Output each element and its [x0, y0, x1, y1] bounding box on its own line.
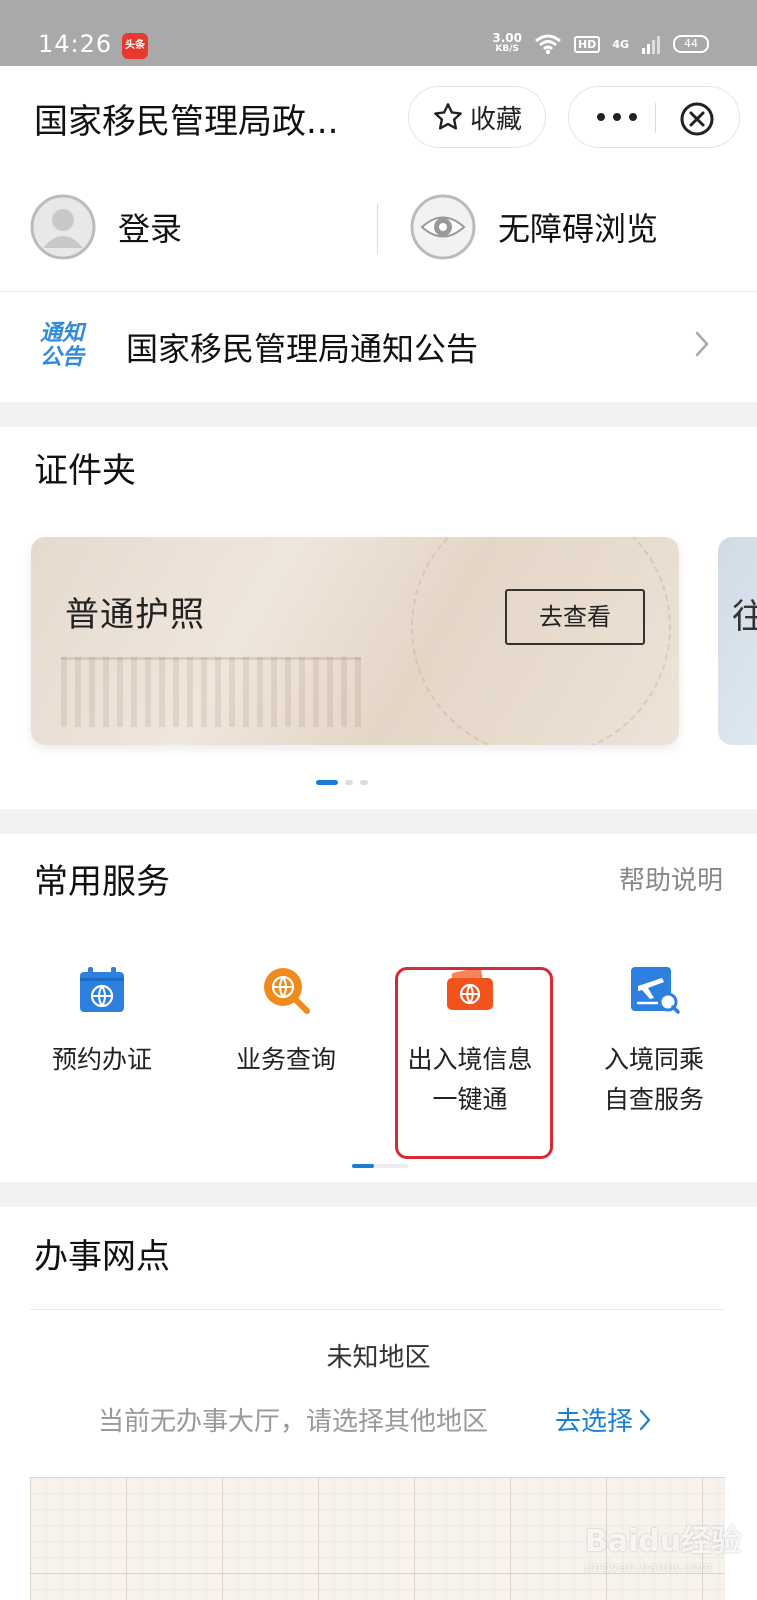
empty-message: 当前无办事大厅，请选择其他地区	[98, 1407, 489, 1437]
search-globe-icon	[264, 968, 310, 1014]
accessibility-button[interactable]: 无障碍浏览	[410, 194, 658, 260]
section-divider	[30, 1309, 725, 1310]
favorite-label: 收藏	[469, 104, 522, 135]
status-bar: 14:26 头条 3.00 KB/S HD 4G 44	[0, 0, 757, 66]
chevron-right-icon	[639, 1409, 651, 1430]
notice-banner[interactable]: 通知 公告 国家移民管理局通知公告	[0, 292, 757, 402]
capsule-menu	[568, 86, 740, 148]
account-row: 登录 无障碍浏览	[0, 166, 757, 292]
view-passport-button[interactable]: 去查看	[505, 589, 645, 645]
baidu-watermark: Baidu经验 jingyan.baidu.com	[585, 1516, 741, 1574]
card-illustration	[61, 657, 361, 727]
avatar-icon	[30, 194, 96, 260]
carousel-dot	[360, 780, 368, 785]
card-holder-section: 证件夹 普通护照 去查看 往	[0, 427, 757, 809]
close-icon[interactable]	[679, 101, 715, 137]
notice-logo: 通知 公告	[40, 322, 96, 370]
service-label: 业务查询	[235, 1045, 336, 1074]
network-type: 4G	[612, 37, 629, 51]
service-co-passenger-check[interactable]: 入境同乘 自查服务	[562, 964, 746, 1120]
battery-indicator: 44	[673, 35, 709, 53]
calendar-globe-icon	[80, 967, 124, 1012]
network-speed-value: 3.00	[492, 31, 522, 45]
services-scroll-indicator	[352, 1164, 408, 1168]
chevron-right-icon	[695, 331, 709, 357]
service-appointment[interactable]: 预约办证	[10, 964, 194, 1080]
region-label: 未知地区	[326, 1343, 431, 1373]
service-label: 入境同乘	[603, 1045, 704, 1074]
signal-icon	[642, 36, 660, 54]
news-app-icon: 头条	[122, 33, 148, 59]
page-title: 国家移民管理局政...	[34, 102, 339, 142]
accessibility-label: 无障碍浏览	[498, 210, 659, 248]
login-button[interactable]: 登录	[30, 194, 182, 260]
watermark-brand: Baidu经验	[585, 1524, 742, 1559]
eye-icon	[410, 194, 476, 260]
service-label-line2: 自查服务	[603, 1085, 704, 1114]
next-card-peek[interactable]: 往	[718, 537, 757, 745]
carousel-dot-active	[316, 780, 338, 785]
carousel-indicator	[316, 780, 368, 785]
wifi-icon	[535, 34, 561, 55]
network-speed-unit: KB/S	[495, 44, 519, 54]
flight-search-icon	[631, 967, 680, 1014]
network-speed: 3.00 KB/S	[492, 31, 522, 55]
offices-title: 办事网点	[34, 1237, 170, 1277]
scroll-thumb	[352, 1164, 374, 1168]
watermark-url: jingyan.baidu.com	[585, 1560, 713, 1574]
passport-card[interactable]: 普通护照 去查看	[31, 537, 679, 745]
notice-logo-line1: 通知	[40, 321, 85, 346]
notice-text: 国家移民管理局通知公告	[126, 330, 479, 368]
services-title: 常用服务	[34, 862, 170, 902]
service-label: 预约办证	[51, 1045, 152, 1074]
highlight-frame	[395, 967, 553, 1159]
choose-label: 去选择	[555, 1407, 634, 1437]
status-indicators: 3.00 KB/S HD 4G 44	[492, 30, 709, 58]
help-link[interactable]: 帮助说明	[619, 860, 723, 897]
card-holder-title: 证件夹	[34, 451, 136, 491]
passport-card-name: 普通护照	[65, 595, 205, 635]
common-services-section: 常用服务 帮助说明 预约办证 业务查询 出入境信息 一键通 入境同乘 自查服务	[0, 834, 757, 1182]
hd-badge: HD	[573, 35, 601, 53]
star-icon	[434, 103, 462, 130]
capsule-divider	[655, 103, 656, 133]
more-options-button[interactable]	[593, 101, 641, 133]
status-time: 14:26	[38, 30, 113, 58]
login-label: 登录	[118, 210, 183, 248]
favorite-button[interactable]: 收藏	[408, 86, 546, 148]
mini-app-header: 国家移民管理局政... 收藏	[0, 66, 757, 166]
next-card-name: 往	[732, 597, 757, 637]
carousel-dot	[345, 780, 353, 785]
service-query[interactable]: 业务查询	[194, 964, 378, 1080]
row-divider	[377, 204, 378, 254]
choose-region-link[interactable]: 去选择	[555, 1401, 651, 1438]
notice-logo-line2: 公告	[40, 345, 85, 370]
